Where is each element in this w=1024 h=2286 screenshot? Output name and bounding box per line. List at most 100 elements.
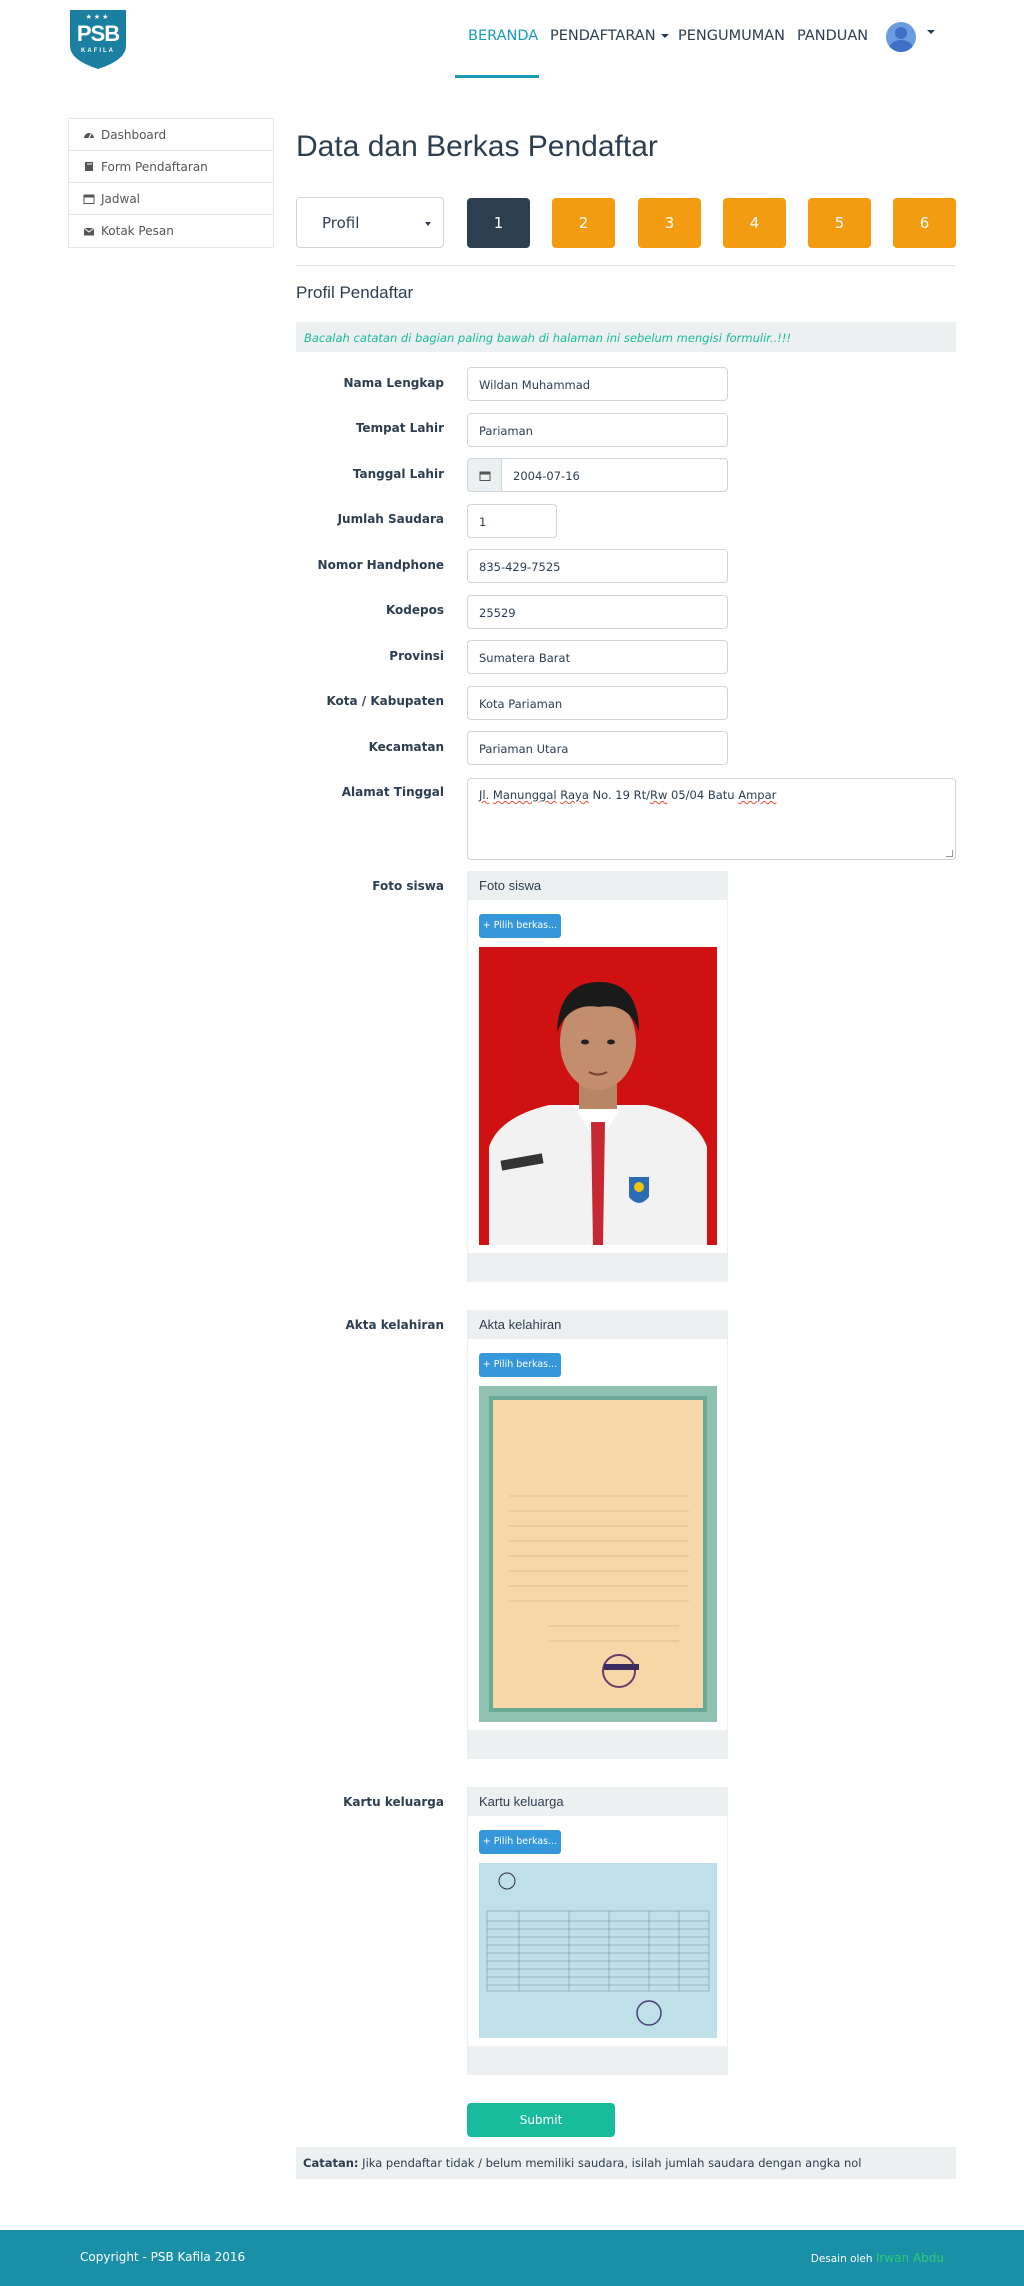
sidebar-item-label: Form Pendaftaran [101, 159, 208, 174]
choose-file-button[interactable]: + Pilih berkas... [479, 914, 561, 938]
step-button-5[interactable]: 5 [808, 198, 871, 248]
envelope-icon [83, 227, 95, 235]
sidebar-item-form-pendaftaran[interactable]: Form Pendaftaran [69, 151, 273, 183]
sidebar-item-jadwal[interactable]: Jadwal [69, 183, 273, 215]
panel-title: Foto siswa [468, 872, 727, 900]
sidebar: Dashboard Form Pendaftaran Jadwal Kotak … [68, 118, 274, 248]
upload-panel-foto-siswa: Foto siswa + Pilih berkas... [467, 871, 728, 1282]
sidebar-item-label: Dashboard [101, 127, 167, 142]
choose-file-label: Pilih berkas... [493, 1836, 558, 1847]
label-foto-siswa: Foto siswa [372, 879, 444, 893]
student-photo [479, 947, 717, 1245]
step-button-3[interactable]: 3 [638, 198, 701, 248]
navbar: ★★★ PSB KAFILA BERANDA PENDAFTARAN PENGU… [0, 0, 1024, 80]
brand-logo[interactable]: ★★★ PSB KAFILA [68, 8, 128, 70]
sidebar-item-label: Kotak Pesan [101, 224, 174, 238]
plus-icon: + [482, 920, 494, 931]
page-title: Data dan Berkas Pendaftar [296, 130, 658, 163]
input-kodepos[interactable]: 25529 [467, 595, 728, 629]
address-word: Ampar [738, 788, 777, 802]
panel-footer [468, 1730, 727, 1758]
dashboard-icon [84, 133, 94, 139]
plus-icon: + [482, 1359, 494, 1370]
label-kartu-keluarga: Kartu keluarga [343, 1795, 444, 1809]
note-text: Jika pendaftar tidak / belum memiliki sa… [358, 2156, 862, 2170]
footer: Copyright - PSB Kafila 2016 Desain oleh … [0, 2230, 1024, 2286]
label-nama-lengkap: Nama Lengkap [343, 376, 444, 390]
label-kota-kabupaten: Kota / Kabupaten [326, 694, 444, 708]
address-word: Manunggal [492, 788, 557, 802]
label-provinsi: Provinsi [389, 649, 444, 663]
choose-file-label: Pilih berkas... [493, 1359, 558, 1370]
address-word: Rw [649, 788, 668, 802]
design-author-link[interactable]: Irwan Abdu [876, 2251, 944, 2265]
family-card-image [479, 1863, 717, 2038]
address-text: 05/04 Batu [667, 788, 739, 802]
step-button-1[interactable]: 1 [467, 198, 530, 248]
nav-pendaftaran-label: PENDAFTARAN [550, 28, 656, 44]
footer-design-credit: Desain oleh Irwan Abdu [811, 2251, 944, 2265]
textarea-alamat-tinggal[interactable]: Jl. Manunggal Raya No. 19 Rt/Rw 05/04 Ba… [467, 778, 956, 860]
address-text: No. 19 Rt/ [588, 788, 650, 802]
resize-handle[interactable] [946, 850, 953, 857]
input-tempat-lahir[interactable]: Pariaman [467, 413, 728, 447]
choose-file-button[interactable]: + Pilih berkas... [479, 1830, 561, 1854]
choose-file-label: Pilih berkas... [493, 920, 558, 931]
sidebar-item-kotak-pesan[interactable]: Kotak Pesan [69, 215, 273, 247]
panel-title: Kartu keluarga [468, 1788, 727, 1816]
step-select[interactable]: Profil [296, 197, 444, 248]
chevron-down-icon [425, 222, 431, 226]
nav-beranda[interactable]: BERANDA [468, 28, 538, 44]
address-word: Jl. [479, 788, 490, 802]
divider [296, 265, 956, 266]
nav-pendaftaran[interactable]: PENDAFTARAN [550, 28, 669, 44]
submit-button[interactable]: Submit [467, 2103, 615, 2137]
input-nama-lengkap[interactable]: Wildan Muhammad [467, 367, 728, 401]
panel-footer [468, 1253, 727, 1281]
chevron-down-icon [660, 34, 669, 38]
nav-panduan[interactable]: PANDUAN [797, 28, 868, 44]
input-nomor-handphone[interactable]: 835-429-7525 [467, 549, 728, 583]
panel-title: Akta kelahiran [468, 1311, 727, 1339]
avatar-chevron-down-icon[interactable] [927, 30, 935, 34]
label-jumlah-saudara: Jumlah Saudara [337, 512, 444, 526]
label-nomor-handphone: Nomor Handphone [317, 558, 444, 572]
label-tanggal-lahir: Tanggal Lahir [352, 467, 444, 481]
plus-icon: + [482, 1836, 494, 1847]
label-alamat-tinggal: Alamat Tinggal [341, 785, 444, 799]
input-kecamatan[interactable]: Pariaman Utara [467, 731, 728, 765]
book-icon [85, 162, 93, 171]
nav-active-indicator [455, 75, 539, 78]
logo-stars: ★★★ [85, 13, 111, 21]
label-kodepos: Kodepos [385, 603, 444, 617]
input-tanggal-lahir[interactable]: 2004-07-16 [501, 458, 728, 492]
document-preview [479, 1386, 717, 1722]
input-jumlah-saudara[interactable]: 1 [467, 504, 557, 538]
notice-banner: Bacalah catatan di bagian paling bawah d… [296, 322, 956, 352]
calendar-icon [479, 471, 491, 481]
address-word: Raya [560, 788, 589, 802]
sidebar-item-dashboard[interactable]: Dashboard [69, 119, 273, 151]
logo-text: PSB [76, 21, 120, 46]
user-avatar[interactable] [886, 22, 916, 52]
choose-file-button[interactable]: + Pilih berkas... [479, 1353, 561, 1377]
label-tempat-lahir: Tempat Lahir [355, 421, 444, 435]
logo-subtext: KAFILA [81, 48, 115, 54]
input-kota-kabupaten[interactable]: Kota Pariaman [467, 686, 728, 720]
calendar-icon [83, 194, 95, 204]
label-kecamatan: Kecamatan [368, 740, 444, 754]
panel-footer [468, 2046, 727, 2074]
design-prefix: Desain oleh [810, 2253, 876, 2265]
note-box: Catatan: Jika pendaftar tidak / belum me… [296, 2147, 956, 2179]
label-akta-kelahiran: Akta kelahiran [345, 1318, 444, 1332]
step-button-4[interactable]: 4 [723, 198, 786, 248]
footer-copyright: Copyright - PSB Kafila 2016 [80, 2250, 246, 2264]
step-button-6[interactable]: 6 [893, 198, 956, 248]
nav-pengumuman[interactable]: PENGUMUMAN [678, 28, 785, 44]
birth-certificate-image [479, 1386, 717, 1722]
step-button-2[interactable]: 2 [552, 198, 615, 248]
date-addon[interactable] [467, 458, 502, 492]
upload-panel-kartu-keluarga: Kartu keluarga + Pilih berkas... [467, 1787, 728, 2075]
input-provinsi[interactable]: Sumatera Barat [467, 640, 728, 674]
sidebar-item-label: Jadwal [101, 191, 141, 206]
